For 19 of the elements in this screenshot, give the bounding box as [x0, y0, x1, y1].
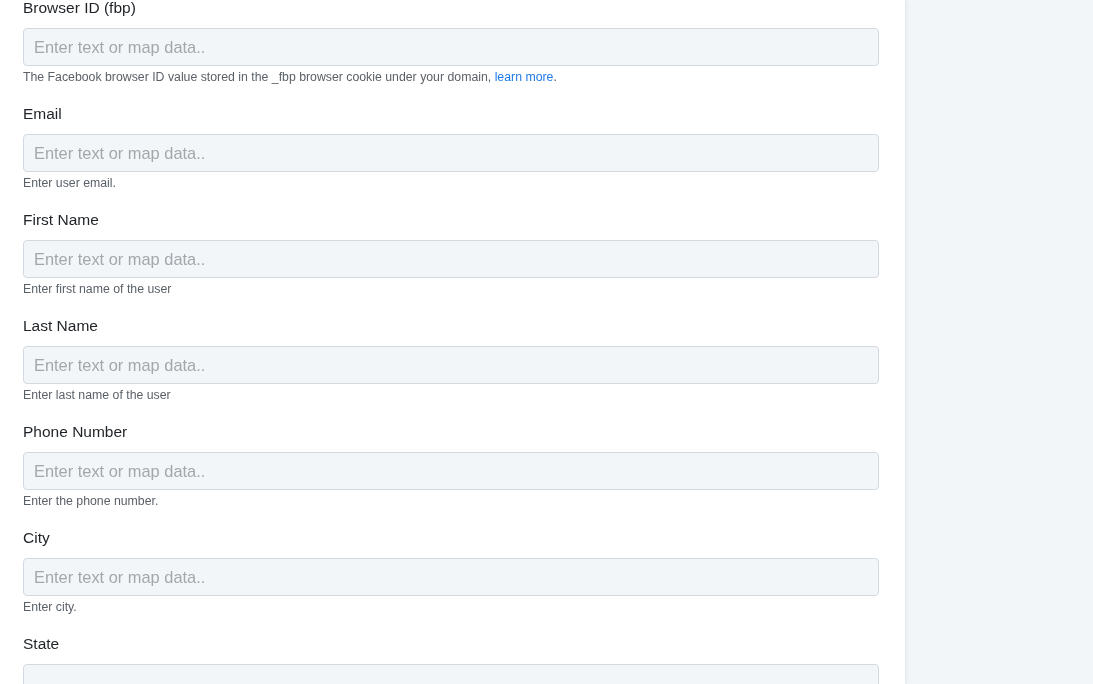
- field-label: Last Name: [23, 316, 98, 336]
- input-field[interactable]: Enter text or map data..: [23, 558, 879, 596]
- field-label: First Name: [23, 210, 99, 230]
- help-text: Enter user email.: [23, 176, 116, 190]
- field-label: Email: [23, 104, 62, 124]
- field-label: State: [23, 634, 60, 654]
- field-label: Phone Number: [23, 422, 128, 442]
- input-field[interactable]: Enter text or map data..: [23, 134, 879, 172]
- help-text: Enter the phone number.: [23, 494, 159, 508]
- input-field[interactable]: Enter text or map data..: [23, 452, 879, 490]
- input-field[interactable]: Enter text or map data..: [23, 28, 879, 66]
- field-label: City: [23, 528, 50, 548]
- field-label: Browser ID (fbp): [23, 0, 136, 18]
- help-text: Enter last name of the user: [23, 388, 171, 402]
- input-field[interactable]: Enter text or map data..: [23, 240, 879, 278]
- help-text: Enter first name of the user: [23, 282, 172, 296]
- input-field[interactable]: Enter text or map data..: [23, 346, 879, 384]
- help-text: The Facebook browser ID value stored in the _fbp browser cookie under your domain, learn more.: [23, 70, 557, 84]
- help-text: Enter city.: [23, 600, 77, 614]
